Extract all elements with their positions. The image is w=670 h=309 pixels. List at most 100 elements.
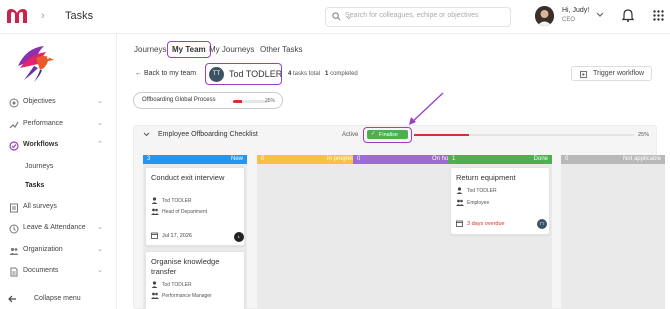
sidebar-item-workflows[interactable]: Workflows ⌃ xyxy=(0,139,117,153)
check-icon: ✓ xyxy=(371,131,376,137)
checklist-panel: Employee Offboarding Checklist Active ✓ … xyxy=(133,125,665,309)
breadcrumb-chevron-icon: › xyxy=(41,10,45,22)
play-icon xyxy=(580,71,587,78)
checklist-header: Employee Offboarding Checklist Active ✓ … xyxy=(134,126,658,145)
sidebar-item-label: Organization xyxy=(23,246,63,253)
sidebar-item-label: Objectives xyxy=(23,98,56,105)
people-icon xyxy=(151,292,159,299)
task-card[interactable]: Return equipment Tod TODLER Employee 3 d… xyxy=(450,167,550,235)
arrow-left-icon xyxy=(8,295,16,303)
sidebar-item-objectives[interactable]: Objectives ⌄ xyxy=(0,96,117,110)
sidebar-item-performance[interactable]: Performance ⌄ xyxy=(0,118,117,132)
search-input[interactable]: Search for colleagues, echipe or objecti… xyxy=(325,7,511,27)
user-role: CEO xyxy=(562,17,576,23)
task-counts: 4 tasks total 1 completed xyxy=(288,71,358,77)
user-greeting: Hi, Judy! xyxy=(562,7,590,14)
page-title: Tasks xyxy=(65,10,94,22)
sidebar-item-documents[interactable]: Documents ⌄ xyxy=(0,265,117,279)
task-title: Organise knowledge transfer xyxy=(151,257,220,276)
column-status: Done xyxy=(533,156,548,162)
sidebar-item-label: Workflows xyxy=(23,141,59,148)
tasks-total-label: tasks total xyxy=(293,71,321,77)
target-icon xyxy=(9,98,19,108)
column-body: Conduct exit interview Tod TODLER Head o… xyxy=(143,164,247,309)
task-card[interactable]: Conduct exit interview Tod TODLER Head o… xyxy=(145,167,245,246)
tasks-completed-label: completed xyxy=(330,71,358,77)
column-status: Not applicable xyxy=(622,156,661,162)
sidebar-item-label: Leave & Attendance xyxy=(23,224,86,231)
tab-other-tasks[interactable]: Other Tasks xyxy=(260,45,303,54)
tab-my-journeys[interactable]: My Journeys xyxy=(209,45,254,54)
task-title: Return equipment xyxy=(456,173,516,182)
tasks-total-count: 4 xyxy=(288,71,292,77)
column-header: 1 Done xyxy=(448,155,552,164)
trigger-workflow-label: Trigger workflow xyxy=(593,70,645,77)
collapse-menu-button[interactable]: Collapse menu xyxy=(0,292,117,306)
assignee-name: Tod TODLER xyxy=(162,198,192,204)
people-icon xyxy=(9,247,19,255)
company-bird-logo xyxy=(18,46,54,82)
user-menu-chevron-icon[interactable] xyxy=(596,12,604,18)
chevron-down-icon: ⌄ xyxy=(97,120,103,127)
person-icon xyxy=(151,281,158,288)
column-status: New xyxy=(230,156,243,162)
group-name: Head of Department xyxy=(162,209,208,215)
assignee-name: Tod TODLER xyxy=(162,282,192,288)
member-name: Tod TODLER xyxy=(229,69,283,79)
app-logo[interactable] xyxy=(5,7,29,25)
chevron-up-icon: ⌃ xyxy=(97,141,103,148)
tab-my-team[interactable]: My Team xyxy=(167,41,211,58)
tab-journeys[interactable]: Journeys xyxy=(134,45,166,54)
due-date-text: 3 days overdue xyxy=(467,221,505,227)
process-progress-bar xyxy=(233,100,269,103)
tasks-completed-count: 1 xyxy=(325,71,329,77)
chevron-down-icon: ⌄ xyxy=(97,98,103,105)
checklist-status: Active xyxy=(342,132,359,138)
task-card[interactable]: Organise knowledge transfer Tod TODLER P… xyxy=(145,251,245,309)
checklist-title: Employee Offboarding Checklist xyxy=(158,131,258,138)
back-to-team-link[interactable]: ← Back to my team xyxy=(135,70,196,77)
back-label: Back to my team xyxy=(143,70,197,77)
main-content: Journeys My Team My Journeys Other Tasks… xyxy=(118,34,670,309)
sidebar-item-all-surveys[interactable]: All surveys xyxy=(0,201,117,215)
sidebar-item-organization[interactable]: Organization ⌄ xyxy=(0,244,117,258)
sidebar-item-leave-attendance[interactable]: Leave & Attendance ⌄ xyxy=(0,222,117,236)
person-icon xyxy=(456,187,463,194)
due-date-text: Jul 17, 2026 xyxy=(162,233,192,239)
finalise-button[interactable]: ✓ Finalise xyxy=(367,130,408,139)
column-on-hold: 0 On hold xyxy=(353,155,457,309)
chevron-down-icon: ⌄ xyxy=(97,267,103,274)
task-title: Conduct exit interview xyxy=(151,173,225,182)
trigger-workflow-button[interactable]: Trigger workflow xyxy=(571,66,652,81)
top-bar: › Tasks Search for colleagues, echipe or… xyxy=(0,0,670,34)
chevron-down-icon[interactable] xyxy=(143,132,150,137)
avatar: L xyxy=(234,232,244,242)
chevron-down-icon: ⌄ xyxy=(97,224,103,231)
process-pill[interactable]: Offboarding Global Process 25% xyxy=(133,92,283,109)
apps-grid-icon[interactable] xyxy=(653,10,664,21)
checklist-percent: 25% xyxy=(638,132,650,138)
column-count: 0 xyxy=(565,156,569,162)
column-header: 3 New xyxy=(143,155,247,164)
column-done: 1 Done Return equipment Tod TODLER Emplo… xyxy=(448,155,552,309)
people-icon xyxy=(456,199,464,206)
chevron-down-icon: ⌄ xyxy=(345,11,353,21)
column-count: 0 xyxy=(357,156,361,162)
column-count: 1 xyxy=(452,156,456,162)
user-avatar[interactable] xyxy=(535,6,554,26)
bell-icon[interactable] xyxy=(622,9,634,22)
search-icon xyxy=(332,12,341,21)
process-progress-fill xyxy=(233,100,242,103)
team-member-selector[interactable]: TT Tod TODLER xyxy=(205,63,282,85)
document-icon xyxy=(10,267,18,277)
checklist-progress-fill xyxy=(414,134,469,136)
column-body xyxy=(257,164,361,309)
finalise-label: Finalise xyxy=(379,131,398,138)
sidebar-subitem-journeys[interactable]: Journeys xyxy=(25,163,53,170)
chevron-down-icon: ⌄ xyxy=(97,246,103,253)
calendar-icon xyxy=(456,220,463,227)
column-new: 3 New Conduct exit interview Tod TODLER … xyxy=(143,155,247,309)
sidebar-subitem-tasks[interactable]: Tasks xyxy=(25,182,44,189)
sidebar-item-label: Documents xyxy=(23,267,59,274)
column-header: 0 Not applicable xyxy=(561,155,665,164)
